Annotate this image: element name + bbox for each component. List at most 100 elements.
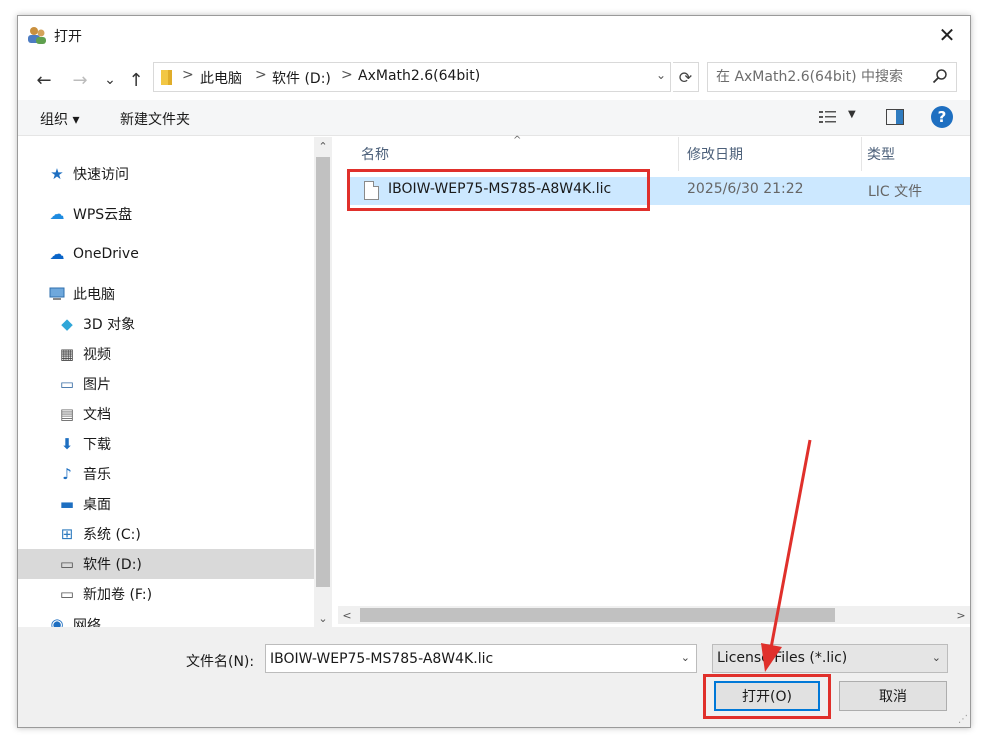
resize-grip-icon[interactable]: ⋰ bbox=[958, 714, 968, 725]
star-icon: ★ bbox=[50, 165, 64, 183]
sidebar-item-downloads[interactable]: ⬇ 下载 bbox=[18, 429, 314, 459]
sidebar-item-label: 网络 bbox=[73, 618, 101, 627]
command-bar: 组织 ▾ 新建文件夹 ▼ ? bbox=[18, 100, 970, 136]
users-icon bbox=[28, 27, 46, 44]
file-row[interactable]: IBOIW-WEP75-MS785-A8W4K.lic 2025/6/30 21… bbox=[350, 177, 970, 205]
sidebar-item-pictures[interactable]: ▭ 图片 bbox=[18, 369, 314, 399]
scrollbar-thumb[interactable] bbox=[360, 608, 835, 622]
open-file-dialog: 打开 ✕ ← → ⌄ ↑ > 此电脑 > 软件 (D:) > AxMath2.6… bbox=[17, 15, 971, 728]
cloud-icon: ☁ bbox=[49, 205, 65, 223]
sidebar-item-label: OneDrive bbox=[73, 246, 139, 262]
breadcrumb-item[interactable]: AxMath2.6(64bit) bbox=[358, 68, 480, 84]
chevron-down-icon: ⌄ bbox=[104, 72, 116, 88]
scroll-down-icon[interactable]: ⌄ bbox=[314, 609, 332, 627]
file-date: 2025/6/30 21:22 bbox=[687, 181, 804, 197]
scroll-left-icon[interactable]: < bbox=[338, 606, 356, 624]
preview-pane-icon[interactable] bbox=[886, 109, 904, 125]
sidebar-item-drive-d[interactable]: ▭ 软件 (D:) bbox=[18, 549, 314, 579]
download-icon: ⬇ bbox=[60, 435, 74, 453]
music-icon: ♪ bbox=[62, 465, 72, 483]
arrow-left-icon: ← bbox=[36, 69, 52, 91]
column-divider[interactable] bbox=[861, 137, 862, 171]
folder-icon bbox=[161, 70, 172, 85]
arrow-right-icon: → bbox=[72, 69, 88, 91]
sidebar-item-label: 音乐 bbox=[83, 467, 111, 483]
picture-icon: ▭ bbox=[59, 375, 75, 393]
chevron-down-icon[interactable]: ⌄ bbox=[656, 68, 666, 82]
refresh-icon: ⟳ bbox=[678, 67, 693, 87]
column-header-type[interactable]: 类型 bbox=[867, 137, 895, 171]
dialog-footer: 文件名(N): ⌄ License Files (*.lic) ⌄ 打开(O) … bbox=[18, 627, 970, 727]
film-icon: ▦ bbox=[59, 345, 75, 363]
arrow-up-icon: ↑ bbox=[128, 69, 144, 91]
close-button[interactable]: ✕ bbox=[924, 16, 970, 54]
view-options-dropdown[interactable]: ▼ bbox=[848, 109, 856, 120]
breadcrumb-separator: > bbox=[182, 67, 194, 83]
up-button[interactable]: ↑ bbox=[124, 68, 148, 92]
view-details-icon[interactable] bbox=[818, 109, 838, 125]
sidebar-item-label: 快速访问 bbox=[73, 167, 129, 183]
file-icon bbox=[364, 181, 379, 200]
forward-button[interactable]: → bbox=[68, 68, 92, 92]
sidebar-item-network[interactable]: ◉ 网络 bbox=[18, 615, 314, 627]
column-header-name[interactable]: 名称 bbox=[361, 137, 389, 171]
sidebar-item-label: 下载 bbox=[83, 437, 111, 453]
sidebar-item-documents[interactable]: ▤ 文档 bbox=[18, 399, 314, 429]
sidebar-item-onedrive[interactable]: ☁ OneDrive bbox=[18, 239, 314, 269]
cancel-button[interactable]: 取消 bbox=[839, 681, 947, 711]
sidebar-item-label: 3D 对象 bbox=[83, 317, 136, 333]
sidebar-item-videos[interactable]: ▦ 视频 bbox=[18, 339, 314, 369]
sidebar-item-label: 新加卷 (F:) bbox=[83, 587, 153, 603]
sidebar-item-3d-objects[interactable]: ◆ 3D 对象 bbox=[18, 309, 314, 339]
title-bar: 打开 ✕ bbox=[18, 16, 970, 54]
scroll-up-icon[interactable]: ⌃ bbox=[314, 137, 332, 155]
breadcrumb-separator: > bbox=[255, 67, 267, 83]
breadcrumb-item[interactable]: 软件 (D:) bbox=[272, 68, 331, 88]
recent-locations-button[interactable]: ⌄ bbox=[98, 68, 122, 92]
navigation-scrollbar[interactable]: ⌃ ⌄ bbox=[314, 137, 332, 627]
scroll-right-icon[interactable]: > bbox=[952, 606, 970, 624]
back-button[interactable]: ← bbox=[32, 68, 56, 92]
open-button[interactable]: 打开(O) bbox=[714, 681, 820, 711]
search-box[interactable] bbox=[707, 62, 957, 92]
sidebar-item-wps-cloud[interactable]: ☁ WPS云盘 bbox=[18, 199, 314, 229]
search-input[interactable] bbox=[708, 63, 923, 91]
chevron-down-icon[interactable]: ⌄ bbox=[681, 651, 690, 664]
sidebar-item-label: 桌面 bbox=[83, 497, 111, 513]
sidebar-item-drive-f[interactable]: ▭ 新加卷 (F:) bbox=[18, 579, 314, 609]
network-icon: ◉ bbox=[50, 615, 64, 627]
chevron-down-icon: ⌄ bbox=[931, 651, 941, 664]
sidebar-item-label: 此电脑 bbox=[73, 287, 115, 303]
onedrive-icon: ☁ bbox=[49, 245, 65, 263]
new-folder-button[interactable]: 新建文件夹 bbox=[120, 109, 190, 129]
drive-icon: ▭ bbox=[59, 585, 75, 603]
file-type-filter[interactable]: License Files (*.lic) ⌄ bbox=[712, 644, 948, 673]
filename-combobox[interactable]: ⌄ bbox=[265, 644, 697, 673]
file-name: IBOIW-WEP75-MS785-A8W4K.lic bbox=[388, 181, 612, 197]
filename-input[interactable] bbox=[266, 645, 666, 672]
breadcrumb-separator: > bbox=[341, 67, 353, 83]
sidebar-item-drive-c[interactable]: ⊞ 系统 (C:) bbox=[18, 519, 314, 549]
organize-button[interactable]: 组织 ▾ bbox=[40, 109, 79, 129]
refresh-button[interactable]: ⟳ bbox=[673, 62, 699, 92]
close-icon: ✕ bbox=[938, 23, 956, 47]
drive-icon: ▭ bbox=[59, 555, 75, 573]
column-divider[interactable] bbox=[678, 137, 679, 171]
system-drive-icon: ⊞ bbox=[60, 525, 74, 543]
document-icon: ▤ bbox=[59, 405, 75, 423]
sidebar-item-this-pc[interactable]: 此电脑 bbox=[18, 279, 314, 309]
file-list: ^ 名称 修改日期 类型 IBOIW-WEP75-MS785-A8W4K.lic… bbox=[335, 135, 970, 627]
scrollbar-thumb[interactable] bbox=[316, 157, 330, 587]
address-bar[interactable]: > 此电脑 > 软件 (D:) > AxMath2.6(64bit) ⌄ bbox=[153, 62, 671, 92]
sidebar-item-quick-access[interactable]: ★ 快速访问 bbox=[18, 159, 314, 189]
breadcrumb-item[interactable]: 此电脑 bbox=[200, 68, 242, 88]
help-icon[interactable]: ? bbox=[931, 106, 953, 128]
sidebar-item-desktop[interactable]: ▬ 桌面 bbox=[18, 489, 314, 519]
sidebar-item-label: WPS云盘 bbox=[73, 207, 133, 223]
file-list-horizontal-scrollbar[interactable]: < > bbox=[338, 606, 970, 624]
computer-icon bbox=[49, 287, 65, 300]
sidebar-item-label: 视频 bbox=[83, 347, 111, 363]
navigation-pane: ★ 快速访问 ☁ WPS云盘 ☁ OneDrive 此电脑 ◆ 3D 对象 ▦ … bbox=[18, 137, 314, 627]
column-header-date[interactable]: 修改日期 bbox=[687, 137, 743, 171]
sidebar-item-music[interactable]: ♪ 音乐 bbox=[18, 459, 314, 489]
